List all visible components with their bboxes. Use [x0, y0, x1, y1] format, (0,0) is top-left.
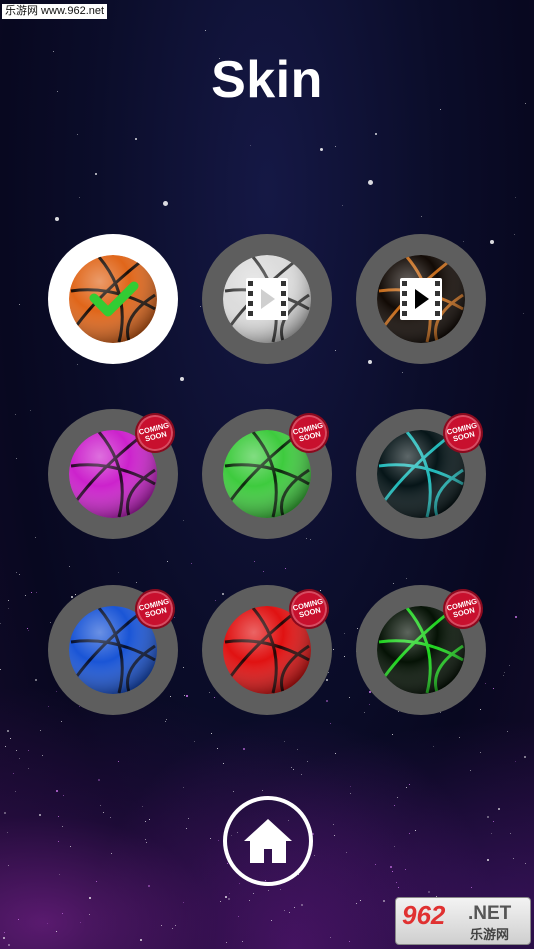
skin-white-button[interactable] [202, 234, 332, 364]
page-title: Skin [211, 51, 323, 109]
basketball-orange [69, 255, 157, 343]
basketball-white [223, 255, 311, 343]
skin-dark-green-button[interactable]: COMING SOON [356, 584, 488, 715]
skin-dark-orange-button[interactable] [356, 234, 486, 364]
watermark-top: 乐游网 www.962.net [2, 4, 108, 19]
skin-dark-cyan-button[interactable]: COMING SOON [356, 408, 488, 539]
skin-green-button[interactable]: COMING SOON [202, 408, 334, 539]
skin-magenta-button[interactable]: COMING SOON [48, 408, 180, 539]
watermark-logo: 962 .NET 乐游网 [395, 897, 531, 945]
home-button[interactable] [223, 796, 313, 886]
home-icon [244, 819, 292, 863]
skin-red-button[interactable]: COMING SOON [202, 584, 334, 715]
skin-blue-button[interactable]: COMING SOON [48, 584, 180, 715]
basketball-dark-orange [377, 255, 465, 343]
skin-orange-button[interactable] [48, 234, 178, 364]
